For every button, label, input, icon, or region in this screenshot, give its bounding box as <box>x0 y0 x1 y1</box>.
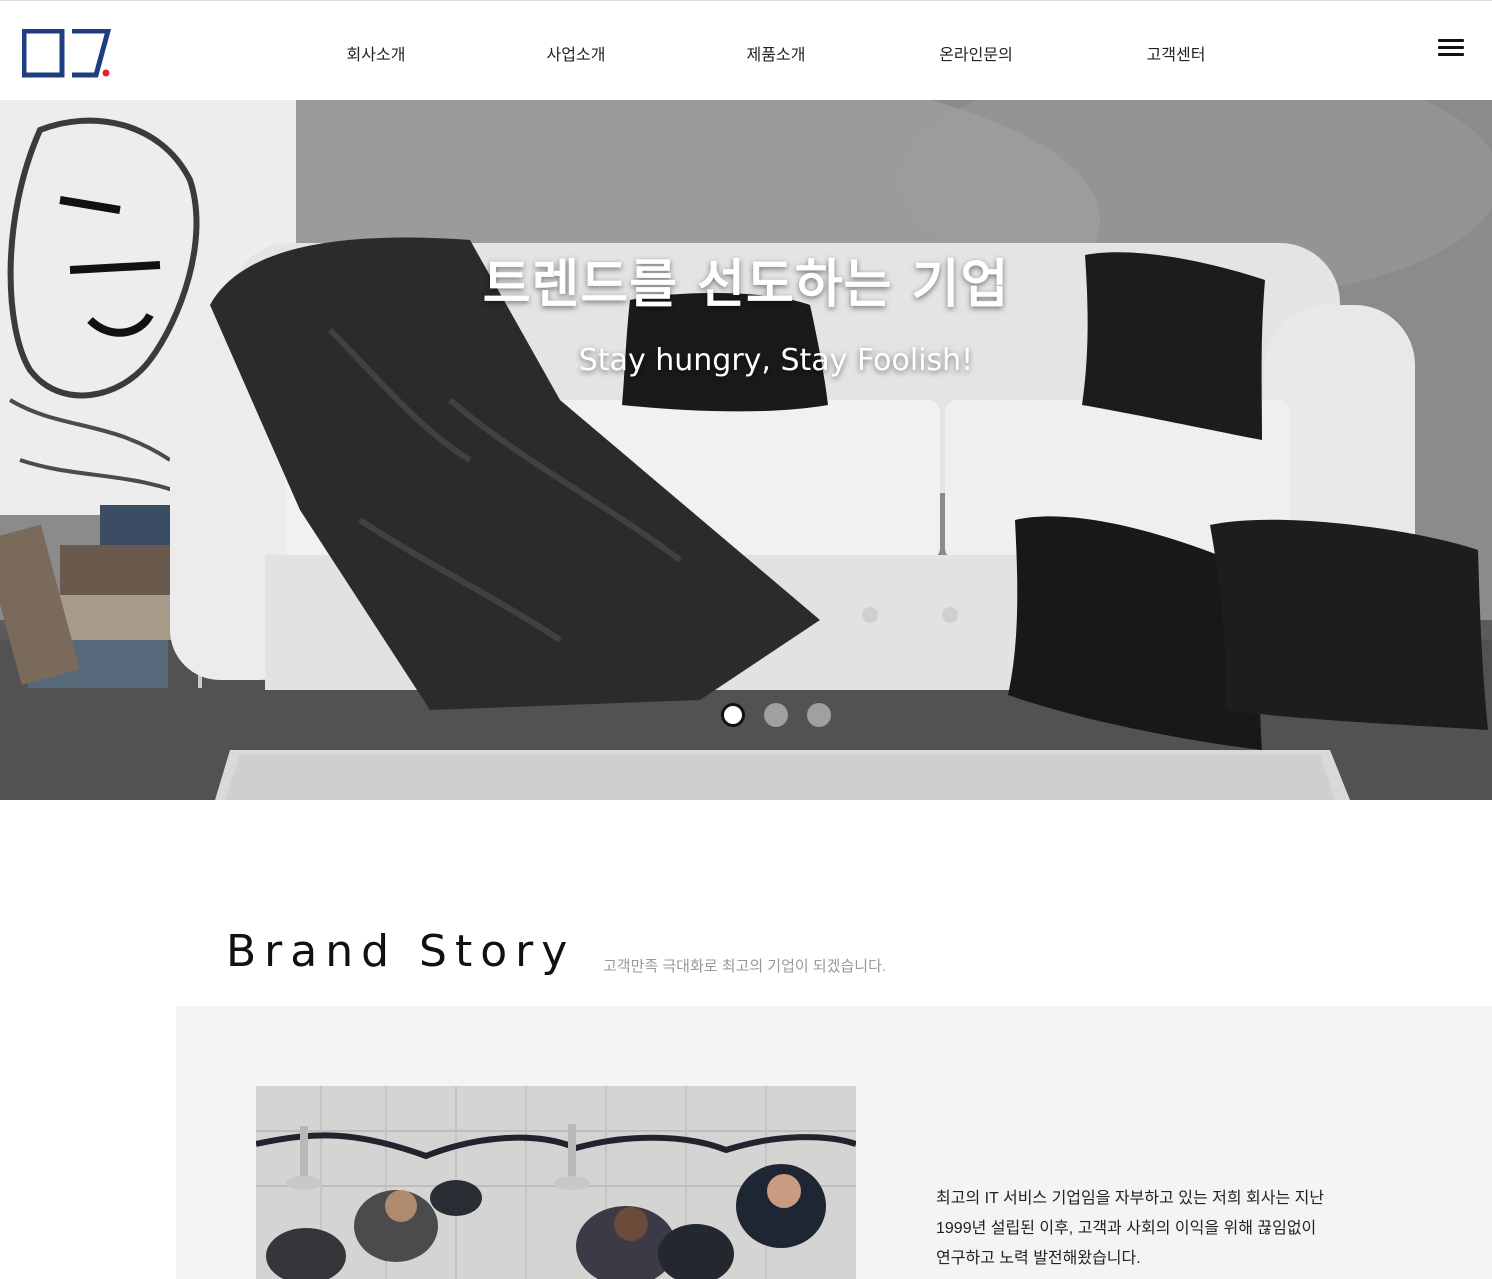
nav-item-support[interactable]: 고객센터 <box>1147 41 1206 65</box>
hero-title: 트렌드를 선도하는 기업 <box>482 255 1010 315</box>
slider-dot-2[interactable] <box>764 703 788 727</box>
hamburger-menu-icon[interactable] <box>1438 39 1464 59</box>
site-header: 회사소개 사업소개 제품소개 온라인문의 고객센터 <box>0 0 1492 100</box>
hero-slider: 트렌드를 선도하는 기업 Stay hungry, Stay Foolish! <box>0 100 1492 800</box>
hero-subtitle: Stay hungry, Stay Foolish! <box>578 343 974 378</box>
brand-story-line-3: 연구하고 노력 발전해왔습니다. <box>936 1250 1141 1267</box>
brand-story-subtitle: 고객만족 극대화로 최고의 기업이 되겠습니다. <box>603 958 887 975</box>
nav-item-inquiry[interactable]: 온라인문의 <box>939 41 1013 65</box>
brand-story-title: Brand Story <box>226 926 576 977</box>
nav-item-products[interactable]: 제품소개 <box>747 41 806 65</box>
nav-item-about[interactable]: 회사소개 <box>347 41 406 65</box>
brand-story-line-2: 1999년 설립된 이후, 고객과 사회의 이익을 위해 끊임없이 <box>936 1220 1317 1237</box>
hero-background-image <box>0 100 1492 800</box>
brand-story-text: 최고의 IT 서비스 기업임을 자부하고 있는 저희 회사는 지난 1999년 … <box>936 1184 1376 1274</box>
brand-story-line-1: 최고의 IT 서비스 기업임을 자부하고 있는 저희 회사는 지난 <box>936 1190 1325 1207</box>
nav-item-business[interactable]: 사업소개 <box>547 41 606 65</box>
main-nav: 회사소개 사업소개 제품소개 온라인문의 고객센터 <box>0 1 1492 101</box>
brand-story-image <box>256 1086 856 1279</box>
slider-dot-1[interactable] <box>721 703 745 727</box>
slider-dot-3[interactable] <box>807 703 831 727</box>
